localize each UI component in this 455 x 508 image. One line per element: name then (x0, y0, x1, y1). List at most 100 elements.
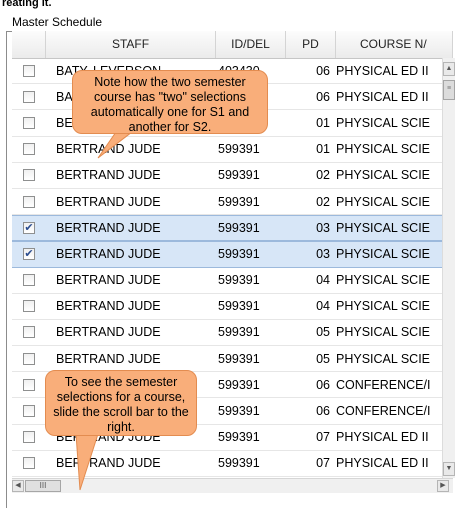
pd-cell: 04 (316, 273, 330, 288)
id-cell: 599391 (218, 325, 260, 340)
pd-cell: 07 (316, 456, 330, 471)
instruction-fragment: reating it. (2, 0, 52, 9)
table-row[interactable]: BERTRAND JUDE 599391 02 PHYSICAL SCIE (12, 163, 442, 189)
header-checkbox-col (12, 31, 46, 58)
row-checkbox[interactable] (23, 326, 35, 339)
id-cell: 599391 (218, 273, 260, 288)
row-checkbox-cell (12, 378, 46, 391)
pd-cell: 03 (316, 247, 330, 262)
row-checkbox[interactable]: ✔ (23, 222, 35, 235)
pd-cell: 05 (316, 325, 330, 340)
course-cell: PHYSICAL SCIE (336, 168, 431, 183)
row-checkbox-cell (12, 143, 46, 156)
row-checkbox[interactable] (23, 405, 35, 418)
course-cell: PHYSICAL SCIE (336, 325, 431, 340)
row-checkbox[interactable] (23, 457, 35, 470)
course-cell: PHYSICAL ED II (336, 456, 429, 471)
vertical-scrollbar[interactable]: ▲ ≡ ▼ (442, 58, 455, 478)
table-row[interactable]: BERTRAND JUDE 599391 05 PHYSICAL SCIE (12, 320, 442, 347)
table-row[interactable]: BERTRAND JUDE 599391 05 PHYSICAL SCIE (12, 346, 442, 373)
table-row[interactable]: BERTRAND JUDE 599391 04 PHYSICAL SCIE (12, 268, 442, 294)
row-checkbox[interactable]: ✔ (23, 248, 35, 261)
id-cell: 599391 (218, 247, 260, 262)
scrollbar-thumb-horizontal[interactable]: III (25, 480, 61, 492)
table-row[interactable]: ✔ BERTRAND JUDE 599391 03 PHYSICAL SCIE (12, 241, 442, 268)
row-checkbox-cell (12, 64, 46, 77)
scroll-up-icon[interactable]: ▲ (443, 62, 455, 76)
callout-pointer-2 (75, 434, 99, 491)
row-checkbox[interactable] (23, 169, 35, 182)
pd-cell: 07 (316, 430, 330, 445)
id-cell: 599391 (218, 194, 260, 209)
course-cell: PHYSICAL SCIE (336, 273, 431, 288)
row-checkbox[interactable] (23, 274, 35, 287)
pd-cell: 01 (316, 142, 330, 157)
id-cell: 599391 (218, 351, 260, 366)
header-course-name[interactable]: COURSE N/ (336, 31, 453, 58)
pd-cell: 06 (316, 377, 330, 392)
staff-cell: BERTRAND JUDE (56, 168, 161, 183)
course-cell: PHYSICAL ED II (336, 430, 429, 445)
row-checkbox[interactable] (23, 116, 35, 129)
row-checkbox-cell (12, 195, 46, 208)
pd-cell: 02 (316, 168, 330, 183)
table-row[interactable]: ✔ BERTRAND JUDE 599391 03 PHYSICAL SCIE (12, 215, 442, 242)
pd-cell: 05 (316, 351, 330, 366)
course-cell: PHYSICAL SCIE (336, 142, 431, 157)
id-cell: 599391 (218, 299, 260, 314)
callout-scroll-right: To see the semester selections for a cou… (45, 370, 197, 436)
row-checkbox[interactable] (23, 300, 35, 313)
header-id-del[interactable]: ID/DEL (216, 31, 286, 58)
course-cell: CONFERENCE/I (336, 404, 431, 419)
course-cell: PHYSICAL SCIE (336, 115, 431, 130)
course-cell: CONFERENCE/I (336, 377, 431, 392)
row-checkbox[interactable] (23, 431, 35, 444)
row-checkbox-cell (12, 90, 46, 103)
id-cell: 599391 (218, 456, 260, 471)
group-label: Master Schedule (10, 15, 105, 29)
course-cell: PHYSICAL SCIE (336, 221, 431, 236)
pd-cell: 04 (316, 299, 330, 314)
row-checkbox-cell (12, 431, 46, 444)
staff-cell: BERTRAND JUDE (56, 351, 161, 366)
scroll-right-icon[interactable]: ▶ (437, 480, 449, 492)
row-checkbox-cell: ✔ (12, 222, 46, 235)
pd-cell: 01 (316, 115, 330, 130)
course-cell: PHYSICAL SCIE (336, 351, 431, 366)
row-checkbox[interactable] (23, 64, 35, 77)
row-checkbox-cell (12, 300, 46, 313)
scroll-left-icon[interactable]: ◀ (12, 480, 24, 492)
pd-cell: 02 (316, 194, 330, 209)
course-cell: PHYSICAL SCIE (336, 194, 431, 209)
table-row[interactable]: BERTRAND JUDE59939101PHYSICAL SCIE (12, 137, 442, 163)
row-checkbox-cell: ✔ (12, 248, 46, 261)
scrollbar-thumb-vertical[interactable]: ≡ (443, 80, 455, 100)
row-checkbox[interactable] (23, 352, 35, 365)
course-cell: PHYSICAL ED II (336, 63, 429, 78)
id-cell: 599391 (218, 142, 260, 157)
table-row[interactable]: BERTRAND JUDE 599391 02 PHYSICAL SCIE (12, 189, 442, 216)
row-checkbox-cell (12, 274, 46, 287)
staff-cell: BERTRAND JUDE (56, 221, 161, 236)
staff-cell: BERTRAND JUDE (56, 456, 161, 471)
id-cell: 599391 (218, 221, 260, 236)
staff-cell: BERTRAND JUDE (56, 299, 161, 314)
course-cell: PHYSICAL SCIE (336, 247, 431, 262)
callout-two-selections: Note how the two semester course has "tw… (72, 70, 268, 134)
id-cell: 599391 (218, 168, 260, 183)
header-pd[interactable]: PD (286, 31, 336, 58)
row-checkbox[interactable] (23, 143, 35, 156)
row-checkbox-cell (12, 116, 46, 129)
row-checkbox[interactable] (23, 90, 35, 103)
callout-pointer-1 (97, 132, 133, 159)
row-checkbox[interactable] (23, 378, 35, 391)
table-row[interactable]: BERTRAND JUDE 599391 04 PHYSICAL SCIE (12, 294, 442, 320)
pd-cell: 03 (316, 221, 330, 236)
header-staff[interactable]: STAFF (46, 31, 216, 58)
row-checkbox-cell (12, 169, 46, 182)
course-cell: PHYSICAL SCIE (336, 299, 431, 314)
row-checkbox[interactable] (23, 195, 35, 208)
scroll-down-icon[interactable]: ▼ (443, 462, 455, 476)
staff-cell: BERTRAND JUDE (56, 194, 161, 209)
table-header: STAFF ID/DEL PD COURSE N/ (12, 31, 453, 59)
